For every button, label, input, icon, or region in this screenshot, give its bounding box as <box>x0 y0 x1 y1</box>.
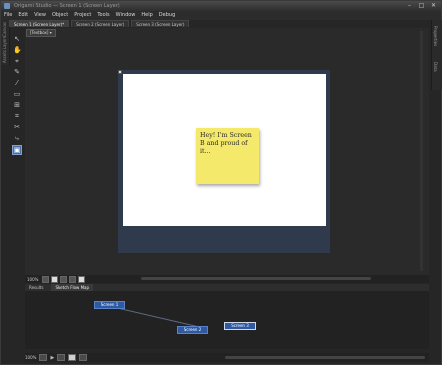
connect-tool-icon[interactable]: ⤷ <box>13 134 21 142</box>
screen-artboard[interactable]: Hey! I'm Screen B and proud of it... <box>123 74 326 226</box>
canvas-bottom-bar: 100% <box>25 275 429 283</box>
rail-tab-canvas[interactable]: Canvas <box>2 22 7 37</box>
line-tool-icon[interactable]: ⁄ <box>13 79 21 87</box>
sticky-note[interactable]: Hey! I'm Screen B and proud of it... <box>196 128 259 184</box>
tab-results[interactable]: Results <box>25 284 47 291</box>
status-bar: 100% ▶ <box>25 353 429 362</box>
menu-window[interactable]: Window <box>113 11 139 20</box>
play-icon[interactable]: ▶ <box>50 355 54 361</box>
rail-tab-properties[interactable]: Properties <box>433 26 438 46</box>
canvas-vertical-scrollbar[interactable] <box>420 31 423 271</box>
doc-tab-screen-3[interactable]: Screen 3 (Screen Layer) <box>131 20 190 27</box>
rectangle-tool-icon[interactable]: ▭ <box>13 90 21 98</box>
map-view-icon[interactable] <box>68 354 77 361</box>
layout-tool-icon[interactable]: ⌗ <box>13 112 21 120</box>
title-bar: Origami Studio — Screen 1 (Screen Layer)… <box>1 1 441 11</box>
map-options-icon[interactable] <box>79 354 88 361</box>
bottom-panel-tabs: Results Sketch Flow Map <box>25 284 429 291</box>
window-title: Origami Studio — Screen 1 (Screen Layer) <box>14 3 120 9</box>
doc-tab-screen-2[interactable]: Screen 2 (Screen Layer) <box>71 20 130 27</box>
menu-view[interactable]: View <box>31 11 49 20</box>
pen-tool-icon[interactable]: ✎ <box>13 68 21 76</box>
menu-bar: File Edit View Object Project Tools Wind… <box>1 11 441 20</box>
grid-tool-icon[interactable]: ⊞ <box>13 101 21 109</box>
grid-toggle-icon[interactable] <box>51 275 59 283</box>
frame-handle[interactable] <box>118 70 122 74</box>
crosshair-tool-icon[interactable]: ⌖ <box>13 57 21 65</box>
map-layout-icon[interactable] <box>57 354 66 361</box>
rail-tab-layers[interactable]: Layers <box>2 36 7 49</box>
map-horizontal-scrollbar[interactable] <box>225 356 425 359</box>
rail-tab-data[interactable]: Data <box>433 62 438 72</box>
menu-edit[interactable]: Edit <box>15 11 31 20</box>
map-fit-icon[interactable] <box>39 354 48 361</box>
doc-tab-screen-1[interactable]: Screen 1 (Screen Layer)* <box>9 20 70 27</box>
scissors-tool-icon[interactable]: ✂ <box>13 123 21 131</box>
canvas-horizontal-scrollbar[interactable] <box>141 277 371 280</box>
select-tool-icon[interactable]: ↖ <box>13 35 21 43</box>
maximize-button[interactable]: □ <box>417 2 426 9</box>
flow-node-screen-2[interactable]: Screen 2 <box>177 326 208 334</box>
element-type-chip[interactable]: [Textbox] ▾ <box>26 29 56 37</box>
menu-object[interactable]: Object <box>49 11 71 20</box>
menu-project[interactable]: Project <box>71 11 94 20</box>
canvas-zoom-readout[interactable]: 100% <box>25 277 40 282</box>
document-tabs: Screen 1 (Screen Layer)* Screen 2 (Scree… <box>9 20 190 27</box>
menu-debug[interactable]: Debug <box>156 11 178 20</box>
fit-icon[interactable] <box>42 275 50 283</box>
map-zoom-readout[interactable]: 100% <box>25 355 36 360</box>
pan-tool-icon[interactable]: ✋ <box>13 46 22 54</box>
close-button[interactable]: ✕ <box>429 2 438 9</box>
sticky-note-text: Hey! I'm Screen B and proud of it... <box>200 132 252 155</box>
right-dock-rail: Properties Data <box>431 20 442 90</box>
sketchflow-map[interactable]: Screen 1 Screen 2 Screen 3 <box>25 291 429 349</box>
flow-node-screen-1[interactable]: Screen 1 <box>94 301 125 309</box>
app-icon <box>4 3 10 9</box>
app-window: Origami Studio — Screen 1 (Screen Layer)… <box>0 0 442 365</box>
menu-tools[interactable]: Tools <box>94 11 112 20</box>
minimize-button[interactable]: – <box>405 2 414 9</box>
rail-tab-assets[interactable]: Assets <box>2 50 7 63</box>
tab-sketchflow-map[interactable]: Sketch Flow Map <box>51 284 94 291</box>
menu-help[interactable]: Help <box>138 11 155 20</box>
flow-node-screen-3[interactable]: Screen 3 <box>224 322 256 330</box>
preview-icon[interactable] <box>78 275 86 283</box>
screen-frame[interactable]: Hey! I'm Screen B and proud of it... <box>118 70 330 253</box>
guides-icon[interactable] <box>69 275 77 283</box>
design-canvas[interactable]: [Textbox] ▾ Hey! I'm Screen B and proud … <box>25 28 429 275</box>
component-tool-icon[interactable]: ▣ <box>12 145 22 155</box>
snap-icon[interactable] <box>60 275 68 283</box>
menu-file[interactable]: File <box>1 11 15 20</box>
tool-palette: ↖ ✋ ⌖ ✎ ⁄ ▭ ⊞ ⌗ ✂ ⤷ ▣ <box>11 34 23 180</box>
